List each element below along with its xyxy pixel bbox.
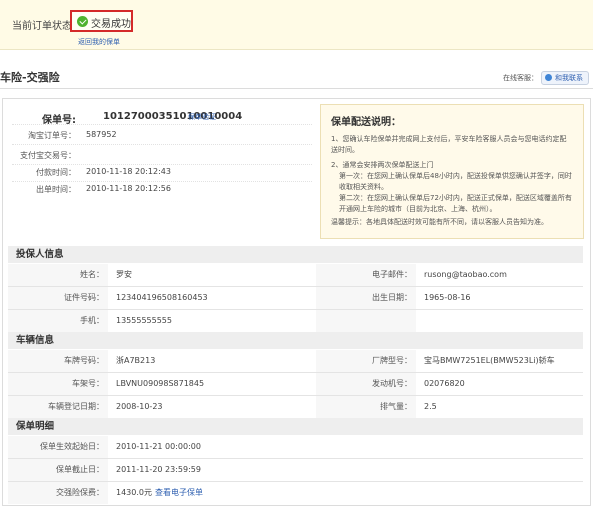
vin-value: LBVNU09098S871845 [116,379,205,388]
order-status-highlight: 交易成功 [70,10,133,32]
policy-number-value: 10127000351010010004 [103,111,243,122]
expiry-date-value: 2011-11-20 23:59:59 [116,465,201,474]
payment-time-label: 付款时间： [36,168,76,177]
effective-date-value: 2010-11-21 00:00:00 [116,442,201,451]
notice-item: 第二次：在您网上确认保单后72小时内，配送正式保单，配送区域覆盖所有开通网上车险… [339,194,572,213]
engine-number-label: 发动机号： [316,373,416,395]
id-number-label: 证件号码： [8,287,108,309]
table-row: 车牌号码： 浙A7B213 厂牌型号： 宝马BMW7251EL(BMW523Li… [8,350,583,372]
birth-date-value: 1965-08-16 [424,293,471,302]
mobile-value: 13555555555 [116,316,172,325]
table-row: 姓名： 罗安 电子邮件： rusong@taobao.com [8,264,583,286]
notice-item: 第一次：在您网上确认保单后48小时内，配送投保单供您确认并签字，同时收取相关资料… [339,172,572,191]
empty-value [416,310,583,332]
online-service-label: 在线客服： [503,74,538,82]
table-row: 保单生效起始日： 2010-11-21 00:00:00 [8,436,583,458]
model-value: 宝马BMW7251EL(BMW523Li)轿车 [424,356,555,365]
registration-date-label: 车辆登记日期： [8,396,108,418]
id-number-value: 123404196508160453 [116,293,208,302]
notice-tip: 温馨提示：各地具体配送时效可能有所不同，请以客服人员告知为准。 [331,218,548,226]
taobao-order-label: 淘宝订单号： [28,131,76,140]
engine-number-value: 02076820 [424,379,465,388]
product-title: 车险-交强险 [0,71,60,84]
issue-time-label: 出单时间： [36,185,76,194]
contact-me-button[interactable]: 和我联系 [541,71,589,85]
mobile-label: 手机： [8,310,108,332]
online-service: 在线客服： 和我联系 [503,71,589,85]
displacement-value: 2.5 [424,402,437,411]
policy-verify-link[interactable]: 保单验证 [188,112,216,122]
notice-item: 1、您确认车险保单并完成网上支付后，平安车险客服人员会与您电话约定配送时间。 [331,135,567,154]
table-row: 车架号： LBVNU09098S871845 发动机号： 02076820 [8,373,583,395]
plate-number-value: 浙A7B213 [116,356,156,365]
divider [0,88,593,89]
divider [12,181,312,182]
email-value: rusong@taobao.com [424,270,507,279]
policy-detail-section-header: 保单明细 [8,418,583,435]
issue-time-value: 2010-11-18 20:12:56 [86,184,171,193]
order-status-value: 交易成功 [91,19,131,30]
vin-label: 车架号： [8,373,108,395]
plate-number-label: 车牌号码： [8,350,108,372]
effective-date-label: 保单生效起始日： [8,436,108,458]
name-label: 姓名： [8,264,108,286]
expiry-date-label: 保单截止日： [8,459,108,481]
table-row: 车辆登记日期： 2008-10-23 排气量： 2.5 [8,396,583,418]
displacement-label: 排气量： [316,396,416,418]
table-row: 手机： 13555555555 [8,310,583,332]
empty-label [316,310,416,332]
divider [12,164,312,165]
payment-time-value: 2010-11-18 20:12:43 [86,167,171,176]
divider [12,124,312,125]
notice-item: 2、通常会安排两次保单配送上门 [331,161,434,169]
alipay-trade-label: 支付宝交易号： [20,151,76,160]
notice-title: 保单配送说明： [331,117,401,128]
table-row: 交强险保费： 1430.0元 查看电子保单 [8,482,583,504]
email-label: 电子邮件： [316,264,416,286]
order-status-bar: 当前订单状态： 交易成功 返回我的保单 [0,0,593,50]
premium-label: 交强险保费： [8,482,108,504]
back-to-my-policies-link[interactable]: 返回我的保单 [78,37,120,47]
premium-value: 1430.0元 [116,488,152,497]
vehicle-section-header: 车辆信息 [8,332,583,349]
model-label: 厂牌型号： [316,350,416,372]
check-icon [77,16,88,27]
divider [12,144,312,145]
name-value: 罗安 [116,270,132,279]
registration-date-value: 2008-10-23 [116,402,163,411]
table-row: 证件号码： 123404196508160453 出生日期： 1965-08-1… [8,287,583,309]
insured-section-header: 投保人信息 [8,246,583,263]
taobao-order-value: 587952 [86,130,117,139]
view-e-policy-link[interactable]: 查看电子保单 [155,488,203,497]
premium-value-cell: 1430.0元 查看电子保单 [108,482,316,504]
contact-me-label: 和我联系 [555,74,583,82]
birth-date-label: 出生日期： [316,287,416,309]
delivery-notice: 保单配送说明： 1、您确认车险保单并完成网上支付后，平安车险客服人员会与您电话约… [320,104,584,239]
table-row: 保单截止日： 2011-11-20 23:59:59 [8,459,583,481]
